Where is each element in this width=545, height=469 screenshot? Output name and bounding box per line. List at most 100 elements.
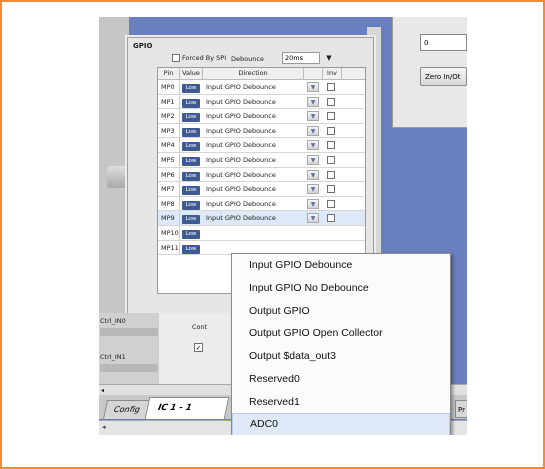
direction-dropdown-cell: ▼ [304, 95, 323, 109]
inv-cell [323, 124, 342, 138]
direction-cell[interactable]: Input GPIO Debounce [203, 153, 304, 167]
menu-item[interactable]: Input GPIO Debounce [232, 254, 450, 277]
row-filler [342, 168, 363, 182]
row-filler [342, 138, 363, 152]
inv-checkbox[interactable] [327, 199, 335, 208]
chevron-down-icon[interactable]: ▼ [307, 198, 319, 209]
inv-checkbox[interactable] [327, 170, 335, 179]
value-toggle-button[interactable]: Low [182, 142, 200, 152]
direction-dropdown-cell: ▼ [304, 168, 323, 182]
inv-checkbox[interactable] [327, 83, 335, 91]
inv-cell [323, 211, 342, 225]
column-header-value: Value [180, 68, 203, 79]
value-toggle-button[interactable]: Low [182, 127, 200, 137]
inv-checkbox[interactable] [327, 126, 335, 135]
ctrl-in0-bar[interactable] [100, 328, 158, 336]
direction-cell[interactable]: Input GPIO Debounce [203, 95, 304, 109]
value-toggle-button[interactable]: Low [182, 171, 200, 181]
direction-cell[interactable] [203, 226, 304, 240]
value-cell: Low [180, 109, 203, 123]
inv-checkbox[interactable] [327, 185, 335, 194]
pin-cell: MP9 [158, 211, 180, 225]
direction-dropdown-cell: ▼ [304, 197, 323, 211]
direction-dropdown-cell: ▼ [304, 80, 323, 94]
value-toggle-button[interactable]: Low [182, 229, 200, 239]
row-filler [342, 182, 363, 196]
zero-button[interactable]: Zero In/Ot [420, 67, 467, 86]
direction-cell[interactable]: Input GPIO Debounce [203, 211, 304, 225]
chevron-down-icon[interactable]: ▼ [307, 154, 319, 165]
value-toggle-button[interactable]: Low [182, 200, 200, 210]
row-filler [342, 95, 363, 109]
direction-dropdown-cell: ▼ [304, 182, 323, 196]
menu-item[interactable]: Output GPIO [232, 300, 450, 323]
scroll-left-arrow-icon[interactable]: ◂ [102, 423, 106, 431]
numeric-input[interactable]: 0 [420, 34, 467, 51]
menu-item[interactable]: ADC0 [232, 413, 450, 435]
tab-ic-1-1[interactable]: IC 1 - 1 [144, 397, 230, 419]
inv-checkbox[interactable] [327, 214, 335, 223]
chevron-down-icon[interactable]: ▼ [307, 184, 319, 195]
menu-item[interactable]: Output $data_out3 [232, 345, 450, 368]
pin-cell: MP4 [158, 138, 180, 152]
table-row: MP8 Low Input GPIO Debounce ▼ [158, 196, 365, 212]
row-filler [342, 153, 363, 167]
tab-partial[interactable]: Pr [455, 400, 467, 418]
chevron-down-icon[interactable]: ▼ [323, 52, 335, 64]
forced-by-spi-option[interactable]: Forced By SPI [172, 54, 226, 62]
menu-item[interactable]: Reserved1 [232, 391, 450, 414]
inv-checkbox[interactable] [327, 112, 335, 121]
direction-cell[interactable]: Input GPIO Debounce [203, 182, 304, 196]
value-toggle-button[interactable]: Low [182, 84, 200, 93]
direction-dropdown-cell [304, 226, 323, 240]
value-cell: Low [180, 153, 203, 167]
menu-item[interactable]: Output GPIO Open Collector [232, 322, 450, 345]
inv-cell [323, 168, 342, 182]
menu-item[interactable]: Reserved0 [232, 368, 450, 391]
inv-cell [323, 182, 342, 196]
ctrl-in1-label: Ctrl_IN1 [100, 353, 126, 361]
direction-cell[interactable]: Input GPIO Debounce [203, 80, 304, 94]
pin-cell: MP6 [158, 167, 180, 182]
forced-by-spi-checkbox[interactable] [172, 54, 180, 62]
row-filler [342, 124, 363, 138]
value-toggle-button[interactable]: Low [182, 215, 200, 225]
value-cell: Low [180, 138, 203, 152]
chevron-down-icon[interactable]: ▼ [307, 213, 319, 224]
chevron-down-icon[interactable]: ▼ [307, 111, 319, 122]
table-row: MP5 Low Input GPIO Debounce ▼ [158, 152, 365, 168]
tab-config[interactable]: Config [102, 400, 152, 419]
menu-item[interactable]: Input GPIO No Debounce [232, 277, 450, 300]
value-cell: Low [180, 211, 203, 225]
ctrl-in1-bar[interactable] [100, 364, 158, 372]
table-row: MP9 Low Input GPIO Debounce ▼ [158, 211, 365, 226]
table-row: MP1 Low Input GPIO Debounce ▼ [158, 94, 365, 110]
value-toggle-button[interactable]: Low [182, 244, 200, 254]
row-filler [342, 197, 363, 211]
inv-checkbox[interactable] [327, 97, 335, 106]
direction-dropdown-cell: ▼ [304, 138, 323, 152]
chevron-down-icon[interactable]: ▼ [307, 82, 319, 92]
value-toggle-button[interactable]: Low [182, 186, 200, 196]
chevron-down-icon[interactable]: ▼ [307, 169, 319, 180]
direction-cell[interactable]: Input GPIO Debounce [203, 138, 304, 152]
ctrl-in0-label: Ctrl_IN0 [100, 317, 126, 325]
inv-checkbox[interactable] [327, 141, 335, 150]
direction-dropdown-cell: ▼ [304, 153, 323, 167]
chevron-down-icon[interactable]: ▼ [307, 125, 319, 136]
direction-cell[interactable]: Input GPIO Debounce [203, 197, 304, 211]
debounce-select[interactable]: 20ms [282, 52, 320, 64]
chevron-down-icon[interactable]: ▼ [307, 140, 319, 151]
chevron-down-icon[interactable]: ▼ [307, 96, 319, 107]
direction-cell[interactable]: Input GPIO Debounce [203, 109, 304, 123]
row-filler [342, 226, 363, 240]
inv-cell [323, 226, 342, 240]
value-toggle-button[interactable]: Low [182, 113, 200, 123]
direction-cell[interactable]: Input GPIO Debounce [203, 168, 304, 182]
inv-checkbox[interactable] [327, 155, 335, 164]
value-toggle-button[interactable]: Low [182, 156, 200, 166]
value-toggle-button[interactable]: Low [182, 98, 200, 108]
direction-cell[interactable]: Input GPIO Debounce [203, 124, 304, 138]
table-row: MP0 Low Input GPIO Debounce ▼ [158, 80, 365, 95]
cont-checkbox[interactable]: ✓ [194, 343, 203, 352]
